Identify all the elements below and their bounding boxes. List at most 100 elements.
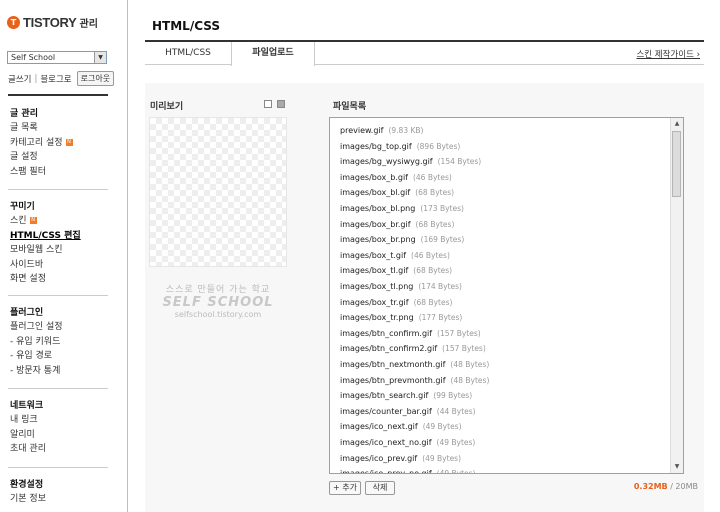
write-link[interactable]: 글쓰기: [8, 73, 31, 85]
file-size: (169 Bytes): [420, 235, 465, 245]
sidebar-item-스킨[interactable]: 스킨 N: [10, 214, 81, 229]
sidebar: T TISTORY 관리 Self School ▼ 글쓰기 | 블로그로 로그…: [0, 0, 128, 512]
sidebar-item-카테고리-설정[interactable]: 카테고리 설정 N: [10, 136, 73, 151]
file-list-item[interactable]: images/btn_prevmonth.gif (48 Bytes): [340, 376, 489, 385]
file-list-item[interactable]: images/bg_top.gif (896 Bytes): [340, 142, 460, 151]
file-list-item[interactable]: images/ico_prev_no.gif (49 Bytes): [340, 469, 476, 474]
file-list-item[interactable]: images/box_bl.gif (68 Bytes): [340, 188, 454, 197]
sidebar-item-유입-경로[interactable]: - 유입 경로: [10, 349, 63, 364]
sidebar-section-title[interactable]: 글 관리: [10, 107, 73, 121]
file-size: (49 Bytes): [436, 469, 476, 474]
file-list-item[interactable]: images/bg_wysiwyg.gif (154 Bytes): [340, 157, 481, 166]
sidebar-item-label: 알리미: [10, 429, 35, 440]
sidebar-item-label: 기본 정보: [10, 494, 46, 504]
logo-sub: 관리: [79, 18, 98, 30]
file-size: (68 Bytes): [415, 219, 455, 229]
file-list-item[interactable]: images/btn_search.gif (99 Bytes): [340, 391, 472, 400]
logo-brand: TISTORY: [23, 14, 77, 30]
divider: [8, 388, 108, 389]
tab-file-upload[interactable]: 파일업로드: [231, 42, 315, 66]
sidebar-item-label: - 유입 키워드: [10, 336, 61, 347]
divider: [8, 467, 108, 468]
sidebar-section-title[interactable]: 네트워크: [10, 399, 46, 413]
scroll-up-icon[interactable]: ▲: [671, 118, 683, 130]
blog-select[interactable]: Self School ▼: [7, 51, 107, 64]
file-list[interactable]: preview.gif (9.83 KB) images/bg_top.gif (89…: [329, 117, 684, 474]
delete-file-button[interactable]: 삭제: [365, 481, 395, 495]
sidebar-item-label: 글 설정: [10, 152, 38, 162]
scroll-thumb[interactable]: [672, 131, 681, 197]
sidebar-item-label: 초대 관리: [10, 444, 46, 454]
file-name: images/btn_prevmonth.gif: [340, 375, 446, 385]
sidebar-item-label: 카테고리 설정: [10, 137, 63, 148]
file-list-item[interactable]: images/box_br.gif (68 Bytes): [340, 220, 454, 229]
sidebar-item-방문자-통계[interactable]: - 방문자 통계: [10, 364, 63, 379]
file-name: images/btn_confirm.gif: [340, 328, 433, 338]
divider: [8, 94, 108, 96]
sidebar-item-글-목록[interactable]: 글 목록: [10, 121, 73, 136]
sidebar-section: 네트워크 내 링크 알리미초대 관리: [10, 399, 46, 457]
file-name: images/ico_prev.gif: [340, 453, 418, 463]
add-file-button[interactable]: + 추가: [329, 481, 361, 495]
file-name: images/btn_search.gif: [340, 391, 429, 401]
sidebar-section: 꾸미기 스킨 N HTML/CSS 편집모바일웹 스킨 사이드바 화면 설정: [10, 200, 81, 287]
file-name: images/box_t.gif: [340, 250, 407, 260]
sidebar-item-모바일웹-스킨[interactable]: 모바일웹 스킨: [10, 243, 81, 258]
sidebar-item-알리미[interactable]: 알리미: [10, 428, 46, 443]
tab-html-css[interactable]: HTML/CSS: [145, 42, 231, 65]
file-list-item[interactable]: images/ico_next.gif (49 Bytes): [340, 422, 462, 431]
file-name: images/ico_prev_no.gif: [340, 469, 432, 474]
sidebar-section-title[interactable]: 환경설정: [10, 478, 46, 492]
file-list-item[interactable]: images/box_tr.gif (68 Bytes): [340, 298, 452, 307]
file-list-item[interactable]: images/btn_confirm2.gif (157 Bytes): [340, 344, 486, 353]
file-size: (896 Bytes): [416, 141, 461, 151]
sidebar-item-사이드바[interactable]: 사이드바: [10, 258, 81, 273]
sidebar-item-글-설정[interactable]: 글 설정: [10, 150, 73, 165]
file-list-item[interactable]: images/box_tl.png (174 Bytes): [340, 282, 462, 291]
scroll-down-icon[interactable]: ▼: [671, 461, 683, 473]
file-list-item[interactable]: images/ico_next_no.gif (49 Bytes): [340, 438, 475, 447]
sidebar-section-title[interactable]: 플러그인: [10, 306, 63, 320]
bg-gray-toggle[interactable]: [277, 100, 285, 108]
sidebar-item-초대-관리[interactable]: 초대 관리: [10, 442, 46, 457]
sidebar-section-title[interactable]: 꾸미기: [10, 200, 81, 214]
file-list-item[interactable]: images/box_b.gif (46 Bytes): [340, 173, 452, 182]
sidebar-item-내-링크[interactable]: 내 링크: [10, 413, 46, 428]
file-list-item[interactable]: images/box_br.png (169 Bytes): [340, 235, 464, 244]
sidebar-item-html-css-편집[interactable]: HTML/CSS 편집: [10, 229, 81, 244]
bg-white-toggle[interactable]: [264, 100, 272, 108]
file-list-item[interactable]: images/box_t.gif (46 Bytes): [340, 251, 450, 260]
blog-select-value: Self School: [11, 53, 56, 62]
divider: [8, 295, 108, 296]
file-name: images/box_bl.gif: [340, 188, 411, 198]
logout-button[interactable]: 로그아웃: [76, 71, 115, 86]
skin-guide-link[interactable]: 스킨 제작가이드 ›: [636, 48, 700, 60]
sidebar-item-label: HTML/CSS 편집: [10, 230, 81, 241]
sidebar-item-스팸-필터[interactable]: 스팸 필터: [10, 165, 73, 180]
sidebar-item-플러그인-설정[interactable]: 플러그인 설정: [10, 320, 63, 335]
file-list-item[interactable]: images/box_tl.gif (68 Bytes): [340, 266, 452, 275]
sidebar-item-화면-설정[interactable]: 화면 설정: [10, 272, 81, 287]
tistory-logo[interactable]: T TISTORY 관리: [7, 14, 98, 30]
file-list-item[interactable]: images/btn_nextmonth.gif (48 Bytes): [340, 360, 489, 369]
chevron-down-icon[interactable]: ▼: [94, 52, 106, 63]
file-size: (46 Bytes): [411, 250, 450, 260]
sidebar-item-label: 스팸 필터: [10, 166, 46, 177]
file-list-item[interactable]: images/box_bl.png (173 Bytes): [340, 204, 464, 213]
blog-home-link[interactable]: 블로그로: [40, 73, 71, 85]
file-name: images/box_br.gif: [340, 219, 411, 229]
file-name: images/box_br.png: [340, 235, 416, 245]
file-name: images/box_bl.png: [340, 204, 416, 213]
file-size: (177 Bytes): [418, 313, 463, 323]
skin-preview-image: [149, 117, 287, 267]
file-list-item[interactable]: preview.gif (9.83 KB): [340, 126, 423, 135]
scrollbar[interactable]: ▲ ▼: [670, 118, 683, 473]
sidebar-item-유입-키워드[interactable]: - 유입 키워드: [10, 335, 63, 350]
file-list-item[interactable]: images/ico_prev.gif (49 Bytes): [340, 454, 461, 463]
file-list-item[interactable]: images/btn_confirm.gif (157 Bytes): [340, 329, 481, 338]
file-size: (99 Bytes): [433, 391, 473, 401]
sidebar-item-기본-정보[interactable]: 기본 정보: [10, 492, 46, 507]
file-name: images/box_tl.png: [340, 282, 414, 291]
file-list-item[interactable]: images/box_tr.png (177 Bytes): [340, 313, 462, 322]
file-list-item[interactable]: images/counter_bar.gif (44 Bytes): [340, 407, 476, 416]
